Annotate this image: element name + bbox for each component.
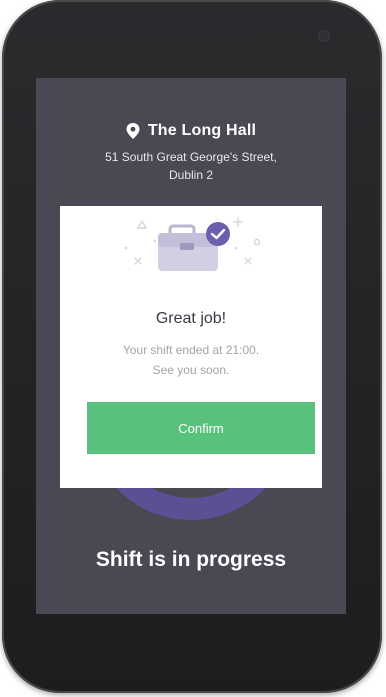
dialog-message-line-1: Your shift ended at 21:00. <box>122 343 260 357</box>
phone-frame: The Long Hall 51 South Great George's St… <box>2 0 382 693</box>
briefcase-check-icon <box>124 217 261 271</box>
shift-status-text: Shift is in progress <box>95 548 287 571</box>
camera-icon <box>318 30 330 42</box>
shift-ended-dialog: Great job! Your shift ended at 21:00. Se… <box>60 206 322 488</box>
venue-row: The Long Hall <box>36 122 346 140</box>
venue-name: The Long Hall <box>147 122 257 139</box>
dialog-message-line-2: See you soon. <box>152 363 230 377</box>
map-pin-icon <box>126 123 140 139</box>
address-line-2: Dublin 2 <box>168 168 214 182</box>
confirm-button[interactable]: Confirm <box>87 402 315 454</box>
dialog-message: Your shift ended at 21:00. See you soon. <box>60 340 322 380</box>
app-screen: The Long Hall 51 South Great George's St… <box>36 78 346 614</box>
address-line-1: 51 South Great George's Street, <box>105 150 277 164</box>
location-header: The Long Hall 51 South Great George's St… <box>36 122 346 184</box>
venue-address: 51 South Great George's Street, Dublin 2 <box>36 148 346 184</box>
dialog-title: Great job! <box>155 310 227 327</box>
